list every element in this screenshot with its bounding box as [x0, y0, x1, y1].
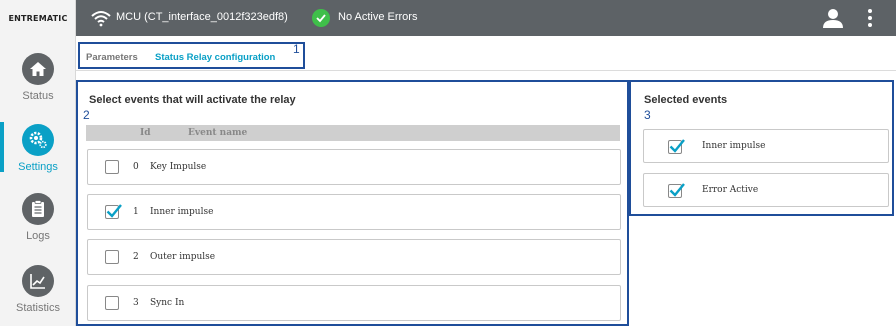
more-vertical-icon[interactable]: [866, 8, 874, 28]
clipboard-icon: [22, 193, 54, 225]
checkmark-icon: [669, 183, 685, 197]
selected-event-item[interactable]: Inner impulse: [643, 129, 889, 163]
divider: [76, 70, 896, 71]
event-row[interactable]: 2 Outer impulse: [87, 239, 621, 275]
event-checkbox[interactable]: [105, 296, 119, 310]
column-header-name: Event name: [188, 128, 248, 138]
selected-event-checkbox[interactable]: [668, 183, 685, 198]
brand-logo: ENTREMATIC: [8, 13, 68, 23]
event-checkbox[interactable]: [105, 250, 119, 264]
event-checkbox[interactable]: [105, 160, 119, 174]
event-name: Inner impulse: [150, 207, 214, 217]
checkmark-icon: [669, 139, 685, 153]
panel-title: Select events that will activate the rel…: [89, 94, 296, 106]
annotation-label-3: 3: [644, 108, 651, 122]
event-name: Key Impulse: [150, 162, 207, 172]
event-name: Sync In: [150, 298, 185, 308]
selected-event-name: Inner impulse: [702, 141, 766, 151]
event-row[interactable]: 0 Key Impulse: [87, 149, 621, 185]
error-status: No Active Errors: [338, 11, 418, 23]
event-id: 1: [133, 207, 139, 217]
event-checkbox[interactable]: [105, 204, 122, 219]
chart-icon: [22, 265, 54, 297]
wifi-icon: [91, 11, 111, 27]
app-root: ENTREMATIC Status Settings Logs Statisti…: [0, 0, 896, 326]
top-bar: MCU (CT_interface_0012f323edf8) No Activ…: [76, 0, 896, 36]
annotation-label-1: 1: [293, 42, 300, 56]
event-id: 3: [133, 298, 139, 308]
events-panel: Select events that will activate the rel…: [76, 80, 629, 326]
user-icon[interactable]: [822, 7, 844, 29]
selected-event-item[interactable]: Error Active: [643, 173, 889, 207]
check-circle-icon: [312, 9, 330, 27]
breadcrumb-parameters[interactable]: Parameters: [86, 52, 138, 63]
column-header-id: Id: [140, 128, 151, 138]
selected-event-checkbox[interactable]: [668, 139, 685, 154]
breadcrumb: Parameters Status Relay configuration 1: [78, 42, 305, 69]
selected-events-panel: Selected events 3 Inner impulse Error Ac…: [629, 80, 894, 216]
panel-title: Selected events: [644, 94, 728, 106]
event-id: 2: [133, 252, 139, 262]
sidebar-item-logs[interactable]: Logs: [0, 193, 76, 242]
sidebar-item-settings[interactable]: Settings: [0, 124, 76, 173]
event-row[interactable]: 3 Sync In: [87, 285, 621, 321]
selected-event-name: Error Active: [702, 185, 759, 195]
gears-icon: [22, 124, 54, 156]
event-name: Outer impulse: [150, 252, 216, 262]
breadcrumb-current[interactable]: Status Relay configuration: [155, 52, 275, 63]
annotation-label-2: 2: [83, 108, 90, 122]
event-id: 0: [133, 162, 139, 172]
sidebar-item-statistics[interactable]: Statistics: [0, 265, 76, 314]
sidebar-item-label: Status: [22, 90, 54, 102]
sidebar-item-label: Statistics: [15, 302, 60, 314]
home-icon: [22, 53, 54, 85]
sidebar-item-label: Logs: [26, 230, 50, 242]
checkmark-icon: [106, 204, 122, 218]
table-header: Id Event name: [86, 125, 620, 141]
connection-status: MCU (CT_interface_0012f323edf8): [116, 11, 288, 23]
sidebar-item-status[interactable]: Status: [0, 53, 76, 102]
sidebar: ENTREMATIC Status Settings Logs Statisti…: [0, 0, 76, 326]
sidebar-item-label: Settings: [18, 161, 58, 173]
event-row[interactable]: 1 Inner impulse: [87, 194, 621, 230]
